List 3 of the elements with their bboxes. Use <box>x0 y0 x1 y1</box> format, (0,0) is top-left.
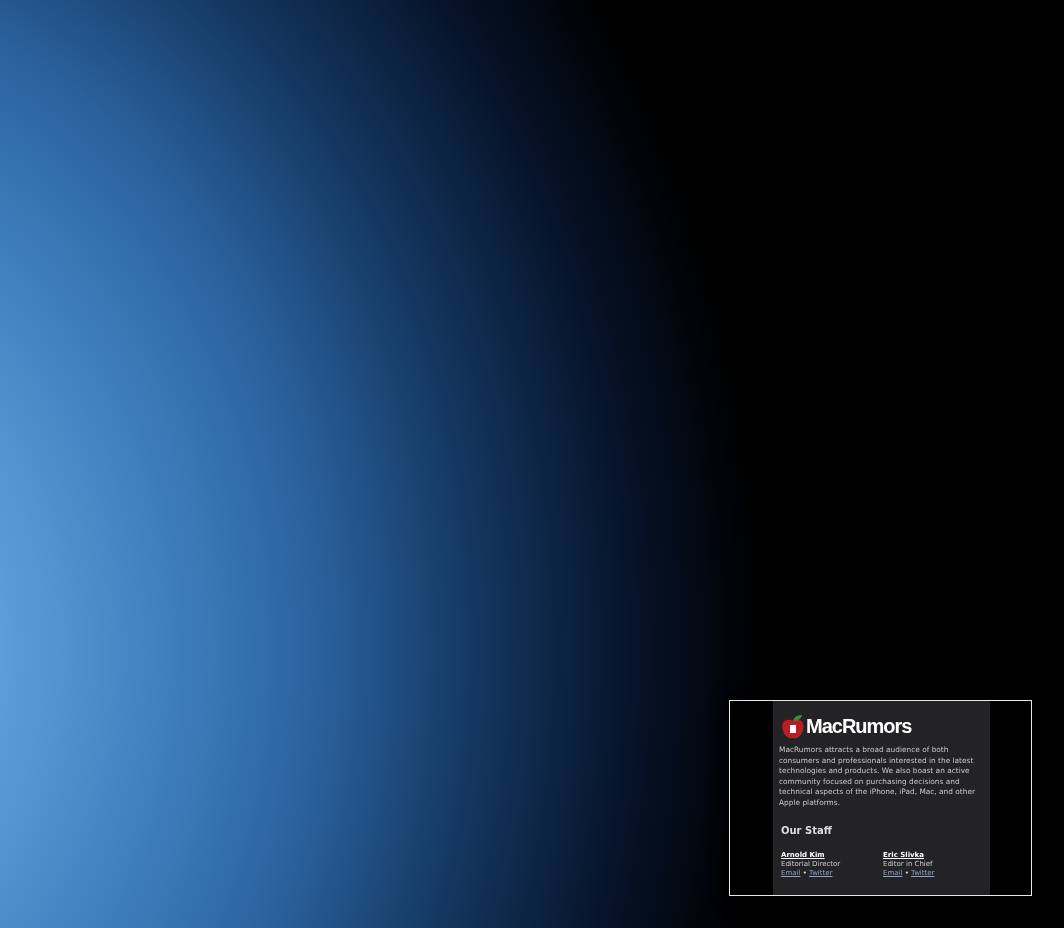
section-heading: Our Staff <box>781 825 833 836</box>
logo-text: MacRumors <box>806 714 912 738</box>
apple-logo-icon <box>781 713 805 739</box>
